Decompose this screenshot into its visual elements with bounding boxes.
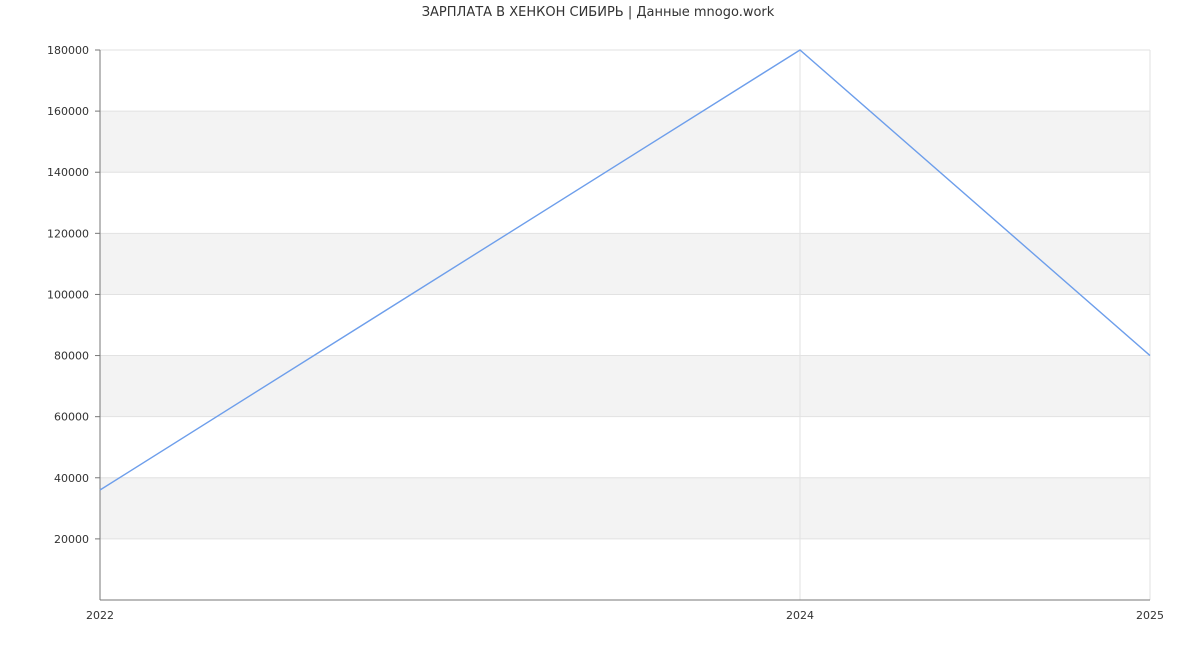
- y-tick-label: 140000: [47, 166, 89, 179]
- y-tick-label: 80000: [54, 350, 89, 363]
- alternating-bands: [100, 111, 1150, 539]
- x-tick-label: 2022: [86, 609, 114, 622]
- x-axis-ticks: 2022 2024 2025: [86, 609, 1164, 622]
- y-axis-ticks: 20000 40000 60000 80000 100000 120000 140000 16…: [47, 44, 100, 546]
- y-tick-label: 160000: [47, 105, 89, 118]
- y-tick-label: 20000: [54, 533, 89, 546]
- x-tick-label: 2024: [786, 609, 814, 622]
- salary-line-chart: 20000 40000 60000 80000 100000 120000 140000 16…: [47, 5, 1164, 622]
- chart-title: ЗАРПЛАТА В ХЕНКОН СИБИРЬ | Данные mnogo.…: [422, 5, 775, 20]
- x-tick-label: 2025: [1136, 609, 1164, 622]
- y-tick-label: 100000: [47, 288, 89, 301]
- grid-band: [100, 233, 1150, 295]
- grid-band: [100, 477, 1150, 539]
- grid-band: [100, 355, 1150, 417]
- grid-band: [100, 111, 1150, 173]
- y-tick-label: 120000: [47, 227, 89, 240]
- y-tick-label: 40000: [54, 472, 89, 485]
- y-tick-label: 60000: [54, 411, 89, 424]
- y-tick-label: 180000: [47, 44, 89, 57]
